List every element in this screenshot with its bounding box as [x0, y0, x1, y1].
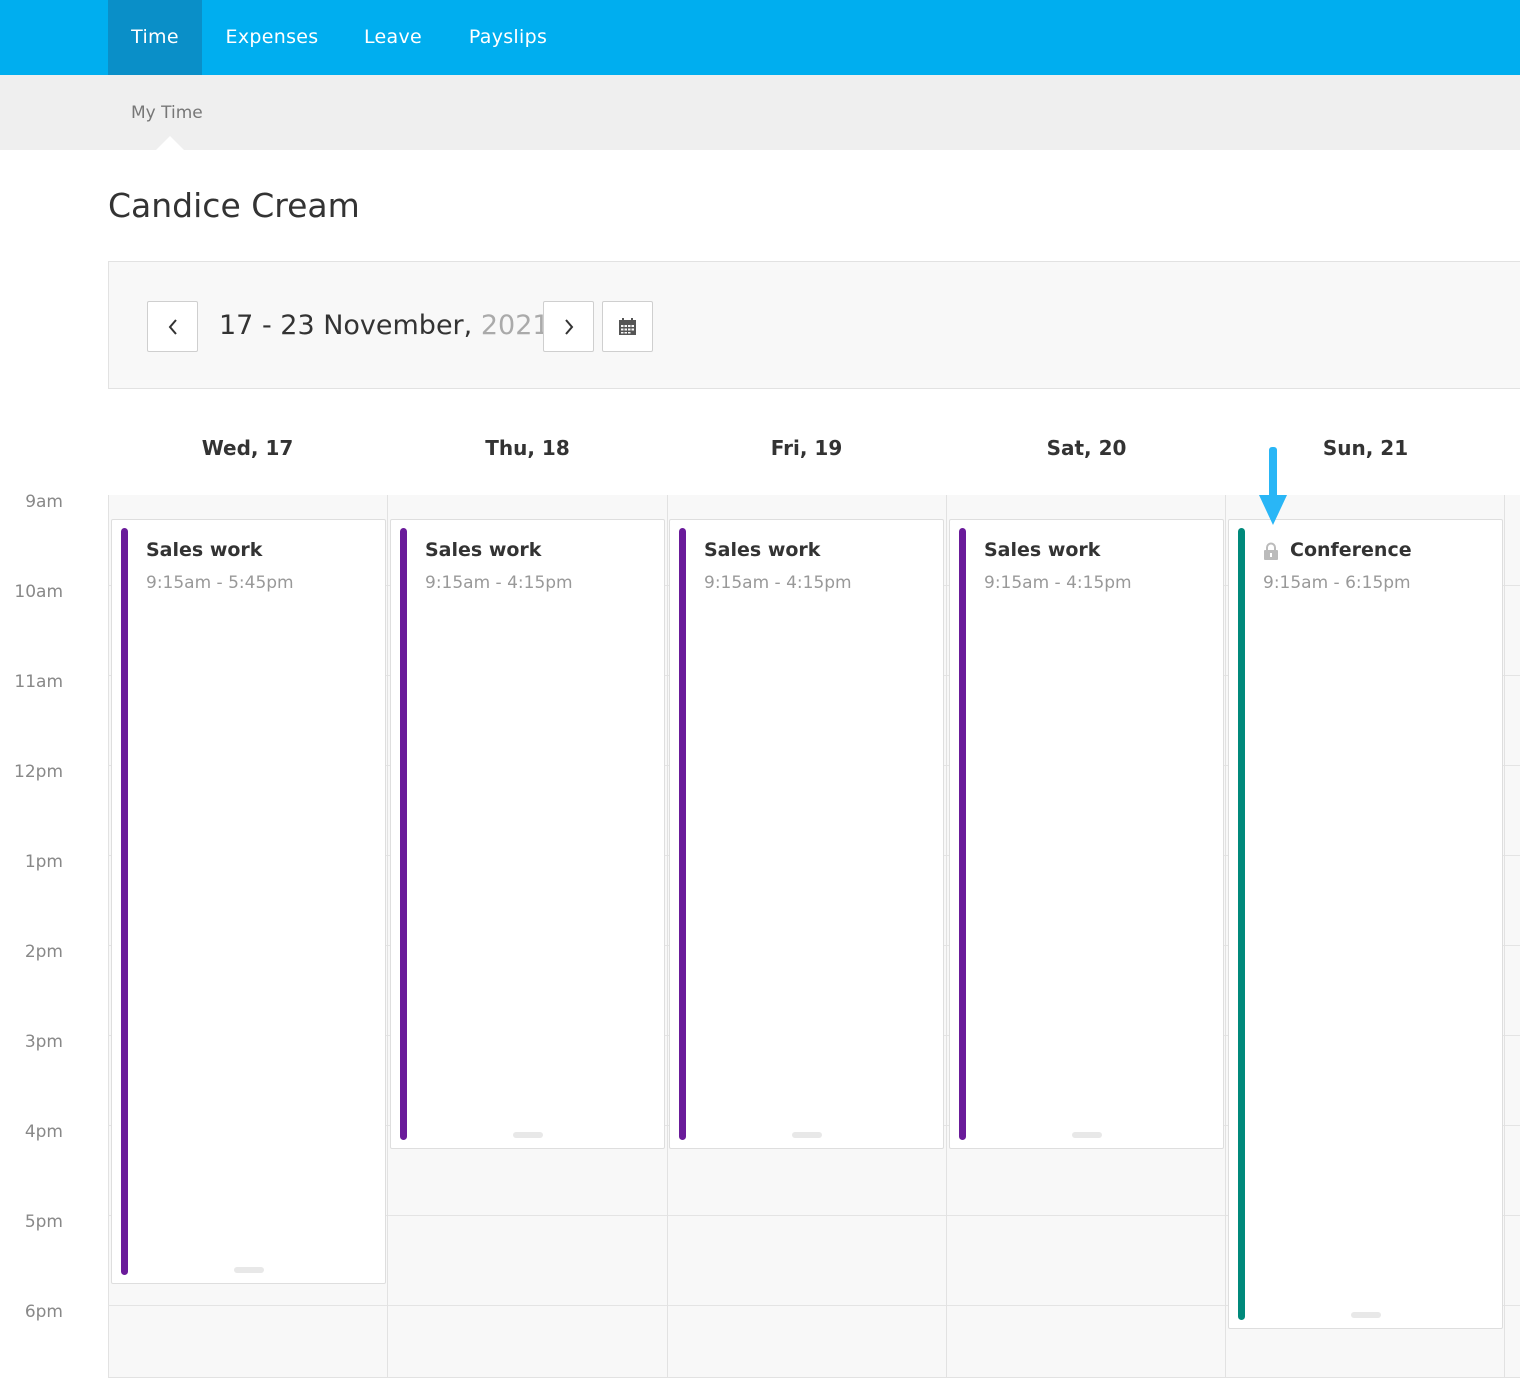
tab-expenses[interactable]: Expenses — [206, 0, 338, 75]
week-range-dates: 17 - 23 November, — [219, 310, 473, 341]
chevron-right-icon — [564, 318, 573, 335]
day-divider — [946, 495, 947, 1377]
sub-nav: My Time — [0, 75, 1520, 150]
hour-label: 2pm — [24, 942, 63, 962]
calendar-icon — [619, 318, 636, 335]
entry-color-bar — [121, 528, 128, 1275]
day-divider — [667, 495, 668, 1377]
hour-label: 10am — [14, 582, 63, 602]
next-week-button[interactable] — [543, 301, 594, 352]
tab-payslips[interactable]: Payslips — [452, 0, 564, 75]
week-toolbar: 17 - 23 November, 2021 — [108, 261, 1520, 389]
hour-label: 9am — [25, 492, 63, 512]
entry-color-bar — [959, 528, 966, 1140]
resize-handle[interactable] — [1071, 1132, 1102, 1138]
calendar-picker-button[interactable] — [602, 301, 653, 352]
resize-handle[interactable] — [512, 1132, 543, 1138]
entry-time: 9:15am - 4:15pm — [704, 573, 852, 593]
hour-label: 4pm — [24, 1122, 63, 1142]
day-divider — [1225, 495, 1226, 1377]
annotation-arrow-icon — [1259, 447, 1287, 525]
resize-handle[interactable] — [233, 1267, 264, 1273]
hour-label: 6pm — [24, 1302, 63, 1322]
tab-leave[interactable]: Leave — [348, 0, 438, 75]
entry-time: 9:15am - 6:15pm — [1263, 573, 1411, 593]
day-header-thu: Thu, 18 — [485, 436, 570, 460]
day-divider — [1504, 495, 1505, 1377]
entry-color-bar — [400, 528, 407, 1140]
entry-time: 9:15am - 4:15pm — [984, 573, 1132, 593]
time-entry-card-locked[interactable]: Conference 9:15am - 6:15pm — [1228, 519, 1503, 1329]
resize-handle[interactable] — [1350, 1312, 1381, 1318]
tab-time[interactable]: Time — [108, 0, 202, 75]
entry-title: Sales work — [984, 539, 1101, 561]
entry-color-bar — [1238, 528, 1245, 1320]
entry-time: 9:15am - 4:15pm — [425, 573, 573, 593]
hour-label: 3pm — [24, 1032, 63, 1052]
active-subtab-caret — [156, 136, 184, 150]
day-header-fri: Fri, 19 — [770, 436, 843, 460]
entry-title: Sales work — [704, 539, 821, 561]
day-divider — [387, 495, 388, 1377]
hour-label: 5pm — [24, 1212, 63, 1232]
entry-title: Sales work — [425, 539, 542, 561]
chevron-left-icon — [168, 318, 177, 335]
entry-title: Sales work — [146, 539, 263, 561]
hour-label: 12pm — [14, 762, 63, 782]
previous-week-button[interactable] — [147, 301, 198, 352]
entry-title: Conference — [1290, 539, 1412, 561]
entry-color-bar — [679, 528, 686, 1140]
week-range-year: 2021 — [480, 310, 550, 341]
page-title: Candice Cream — [108, 186, 360, 225]
hour-label: 1pm — [24, 852, 63, 872]
week-range: 17 - 23 November, 2021 — [219, 306, 550, 346]
entry-time: 9:15am - 5:45pm — [146, 573, 294, 593]
resize-handle[interactable] — [791, 1132, 822, 1138]
time-entry-card[interactable]: Sales work 9:15am - 5:45pm — [111, 519, 386, 1284]
time-entry-card[interactable]: Sales work 9:15am - 4:15pm — [949, 519, 1224, 1149]
lock-icon — [1264, 542, 1278, 560]
day-header-sat: Sat, 20 — [1046, 436, 1127, 460]
time-entry-card[interactable]: Sales work 9:15am - 4:15pm — [390, 519, 665, 1149]
day-header-wed: Wed, 17 — [201, 436, 294, 460]
time-entry-card[interactable]: Sales work 9:15am - 4:15pm — [669, 519, 944, 1149]
hour-label: 11am — [14, 672, 63, 692]
top-nav: Time Expenses Leave Payslips — [0, 0, 1520, 75]
